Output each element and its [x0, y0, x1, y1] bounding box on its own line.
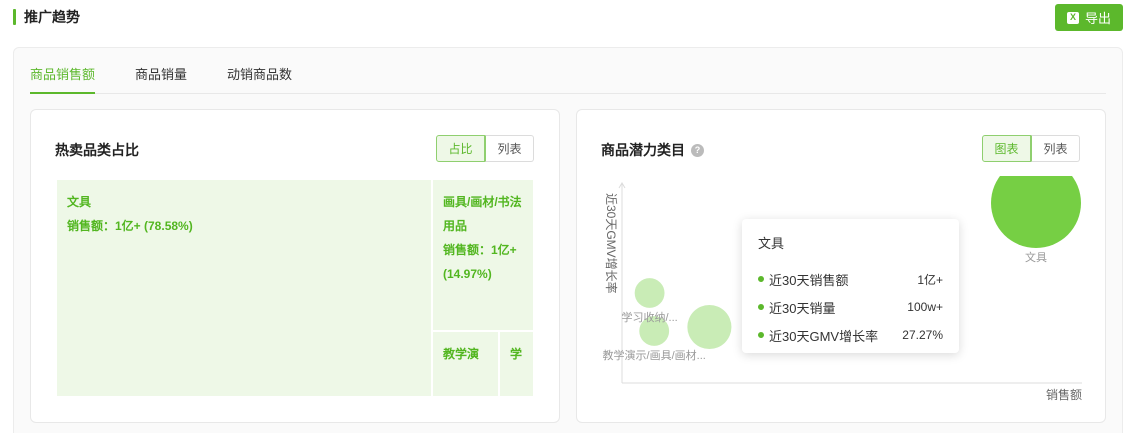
tooltip-row: 近30天GMV增长率 27.27% [758, 321, 943, 349]
bubble-label: 学习收纳/... [621, 310, 677, 324]
tooltip-label: 近30天销量 [769, 300, 836, 316]
potential-bubble-chart: 销售额 近30天GMV增长率 文具学习收纳/... 教学演示/画具/画材... [603, 176, 1082, 402]
tooltip-label: 近30天GMV增长率 [769, 328, 879, 344]
tooltip-value: 100w+ [907, 300, 943, 314]
series-dot [758, 332, 764, 338]
y-axis-label: 近30天GMV增长率 [604, 193, 619, 294]
series-dot [758, 304, 764, 310]
bubble-point [991, 176, 1081, 248]
tooltip-value: 27.27% [902, 328, 943, 342]
bubble-point [687, 304, 732, 350]
tooltip-label: 近30天销售额 [769, 272, 849, 288]
bubble-point [634, 278, 665, 308]
tooltip-row: 近30天销售额 1亿+ [758, 265, 943, 293]
bubble-label: 教学演示/画具/画材... [603, 348, 706, 362]
chart-tooltip: 文具 近30天销售额 1亿+ 近30天销量 100w+ 近30天GMV增长率 2… [742, 219, 959, 353]
x-axis-label: 销售额 [1046, 387, 1082, 402]
series-dot [758, 276, 764, 282]
tooltip-title: 文具 [758, 236, 785, 251]
bubble-label: 文具 [1025, 250, 1047, 264]
tooltip-row: 近30天销量 100w+ [758, 293, 943, 321]
tooltip-value: 1亿+ [917, 272, 943, 287]
